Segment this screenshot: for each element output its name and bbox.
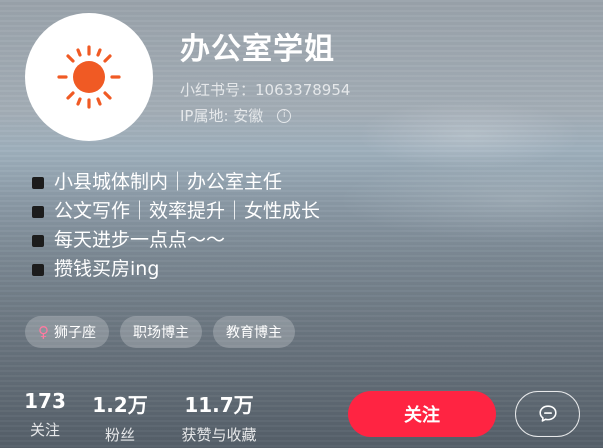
tag-education-blogger[interactable]: 教育博主 [213,316,295,348]
female-icon: ♀ [38,322,49,341]
bio-line-text: 公文写作｜效率提升｜女性成长 [54,200,321,222]
bio-line: 攒钱买房ing [32,255,320,284]
bullet-icon [32,205,44,218]
bio-line: 每天进步一点点～～ [32,226,320,255]
account-id: 小红书号：1063378954 [180,79,350,100]
stat-following[interactable]: 173 关注 [24,389,66,445]
stat-value: 173 [24,389,66,413]
stat-followers[interactable]: 1.2万 粉丝 [89,389,151,445]
bio-line-text: 每天进步一点点～～ [54,229,226,251]
stat-label: 获赞与收藏 [181,426,257,444]
bio-line-text: 小县城体制内｜办公室主任 [54,171,283,193]
tag-label: 职场博主 [133,325,189,341]
account-id-text: 小红书号：1063378954 [180,81,351,99]
chat-bubble-icon [538,405,557,422]
bio-line: 公文写作｜效率提升｜女性成长 [32,197,320,226]
message-button[interactable] [515,391,580,437]
bullet-icon [32,263,44,276]
stat-label: 关注 [29,421,60,439]
stat-value: 11.7万 [184,393,254,417]
follow-button[interactable]: 关注 [348,391,496,437]
tag-zodiac[interactable]: ♀ 狮子座 [25,316,109,348]
bio: 小县城体制内｜办公室主任 公文写作｜效率提升｜女性成长 每天进步一点点～～ 攒钱… [32,168,320,284]
ip-location-text: IP属地: 安徽 [180,107,264,125]
bio-line-text: 攒钱买房ing [54,258,160,280]
profile-name: 办公室学姐 [180,32,335,67]
stat-value: 1.2万 [92,393,148,417]
stat-label: 粉丝 [104,426,135,444]
sun-icon [57,45,121,109]
avatar[interactable] [25,13,153,141]
stats-bar: 173 关注 1.2万 粉丝 11.7万 获赞与收藏 [24,389,265,445]
tag-career-blogger[interactable]: 职场博主 [120,316,202,348]
tag-label: 教育博主 [226,325,282,341]
bullet-icon [32,176,44,189]
bullet-icon [32,234,44,247]
tag-label: 狮子座 [54,325,96,341]
tag-list: ♀ 狮子座 职场博主 教育博主 [25,316,295,348]
bio-line: 小县城体制内｜办公室主任 [32,168,320,197]
info-icon[interactable]: i [277,108,292,123]
ip-location: IP属地: 安徽 i [180,105,292,126]
stat-likes-collections[interactable]: 11.7万 获赞与收藏 [173,389,265,445]
